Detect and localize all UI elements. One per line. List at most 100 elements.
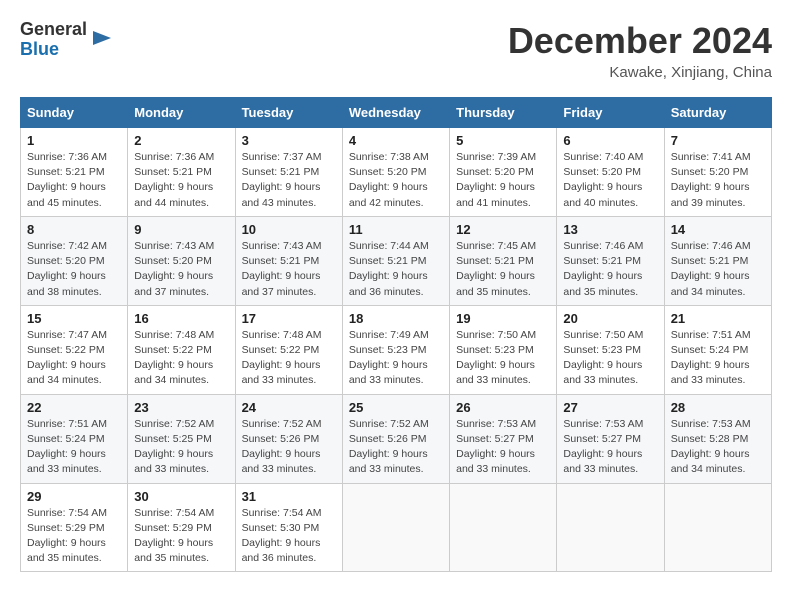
calendar-week-row: 29 Sunrise: 7:54 AMSunset: 5:29 PMDayligh… (21, 483, 772, 572)
day-number: 22 (27, 400, 121, 415)
day-info: Sunrise: 7:48 AMSunset: 5:22 PMDaylight:… (134, 328, 228, 389)
calendar-week-row: 1 Sunrise: 7:36 AMSunset: 5:21 PMDaylight… (21, 128, 772, 217)
day-number: 24 (242, 400, 336, 415)
day-info: Sunrise: 7:52 AMSunset: 5:26 PMDaylight:… (242, 417, 336, 478)
day-number: 21 (671, 311, 765, 326)
month-title: December 2024 (508, 20, 772, 62)
calendar-day-cell: 18 Sunrise: 7:49 AMSunset: 5:23 PMDayligh… (342, 305, 449, 394)
day-number: 7 (671, 133, 765, 148)
calendar-body: 1 Sunrise: 7:36 AMSunset: 5:21 PMDaylight… (21, 128, 772, 572)
day-info: Sunrise: 7:52 AMSunset: 5:25 PMDaylight:… (134, 417, 228, 478)
calendar-day-cell: 13 Sunrise: 7:46 AMSunset: 5:21 PMDayligh… (557, 216, 664, 305)
day-number: 8 (27, 222, 121, 237)
day-number: 3 (242, 133, 336, 148)
weekday-header-cell: Sunday (21, 98, 128, 128)
day-info: Sunrise: 7:41 AMSunset: 5:20 PMDaylight:… (671, 150, 765, 211)
calendar-day-cell: 19 Sunrise: 7:50 AMSunset: 5:23 PMDayligh… (450, 305, 557, 394)
day-number: 31 (242, 489, 336, 504)
calendar-day-cell: 12Sunrise: 7:45 AMSunset: 5:21 PMDayligh… (450, 216, 557, 305)
calendar-day-cell: 10 Sunrise: 7:43 AMSunset: 5:21 PMDayligh… (235, 216, 342, 305)
day-number: 1 (27, 133, 121, 148)
calendar-day-cell: 24 Sunrise: 7:52 AMSunset: 5:26 PMDayligh… (235, 394, 342, 483)
calendar-day-cell: 16 Sunrise: 7:48 AMSunset: 5:22 PMDayligh… (128, 305, 235, 394)
calendar-day-cell: 14 Sunrise: 7:46 AMSunset: 5:21 PMDayligh… (664, 216, 771, 305)
calendar-day-cell: 20Sunrise: 7:50 AMSunset: 5:23 PMDayligh… (557, 305, 664, 394)
day-info: Sunrise: 7:53 AMSunset: 5:28 PMDaylight:… (671, 417, 765, 478)
calendar-day-cell (664, 483, 771, 572)
day-number: 18 (349, 311, 443, 326)
calendar-day-cell: 3Sunrise: 7:37 AMSunset: 5:21 PMDaylight… (235, 128, 342, 217)
day-number: 13 (563, 222, 657, 237)
calendar-day-cell: 26Sunrise: 7:53 AMSunset: 5:27 PMDayligh… (450, 394, 557, 483)
calendar-day-cell: 25Sunrise: 7:52 AMSunset: 5:26 PMDayligh… (342, 394, 449, 483)
calendar-day-cell: 30 Sunrise: 7:54 AMSunset: 5:29 PMDayligh… (128, 483, 235, 572)
day-info: Sunrise: 7:52 AMSunset: 5:26 PMDaylight:… (349, 417, 443, 478)
day-info: Sunrise: 7:40 AMSunset: 5:20 PMDaylight:… (563, 150, 657, 211)
day-number: 28 (671, 400, 765, 415)
calendar-week-row: 22 Sunrise: 7:51 AMSunset: 5:24 PMDayligh… (21, 394, 772, 483)
weekday-header-cell: Saturday (664, 98, 771, 128)
day-info: Sunrise: 7:36 AMSunset: 5:21 PMDaylight:… (134, 150, 228, 211)
day-info: Sunrise: 7:51 AMSunset: 5:24 PMDaylight:… (27, 417, 121, 478)
day-info: Sunrise: 7:53 AMSunset: 5:27 PMDaylight:… (456, 417, 550, 478)
calendar-day-cell: 11Sunrise: 7:44 AMSunset: 5:21 PMDayligh… (342, 216, 449, 305)
day-info: Sunrise: 7:43 AMSunset: 5:20 PMDaylight:… (134, 239, 228, 300)
logo-arrow-icon (91, 27, 113, 49)
day-number: 6 (563, 133, 657, 148)
weekday-header-cell: Tuesday (235, 98, 342, 128)
calendar-day-cell (342, 483, 449, 572)
calendar-day-cell: 31 Sunrise: 7:54 AMSunset: 5:30 PMDayligh… (235, 483, 342, 572)
day-number: 30 (134, 489, 228, 504)
day-info: Sunrise: 7:50 AMSunset: 5:23 PMDaylight:… (563, 328, 657, 389)
day-info: Sunrise: 7:54 AMSunset: 5:30 PMDaylight:… (242, 506, 336, 567)
calendar-day-cell: 21Sunrise: 7:51 AMSunset: 5:24 PMDayligh… (664, 305, 771, 394)
calendar-day-cell: 29 Sunrise: 7:54 AMSunset: 5:29 PMDayligh… (21, 483, 128, 572)
logo-general: General (20, 20, 87, 40)
calendar-day-cell: 7 Sunrise: 7:41 AMSunset: 5:20 PMDaylight… (664, 128, 771, 217)
day-info: Sunrise: 7:54 AMSunset: 5:29 PMDaylight:… (134, 506, 228, 567)
weekday-header-row: SundayMondayTuesdayWednesdayThursdayFrid… (21, 98, 772, 128)
day-number: 17 (242, 311, 336, 326)
logo-blue: Blue (20, 40, 87, 60)
day-info: Sunrise: 7:39 AMSunset: 5:20 PMDaylight:… (456, 150, 550, 211)
day-number: 23 (134, 400, 228, 415)
day-number: 14 (671, 222, 765, 237)
calendar-week-row: 8 Sunrise: 7:42 AMSunset: 5:20 PMDaylight… (21, 216, 772, 305)
day-number: 11 (349, 222, 443, 237)
day-number: 4 (349, 133, 443, 148)
day-info: Sunrise: 7:43 AMSunset: 5:21 PMDaylight:… (242, 239, 336, 300)
calendar-day-cell: 15 Sunrise: 7:47 AMSunset: 5:22 PMDayligh… (21, 305, 128, 394)
weekday-header-cell: Wednesday (342, 98, 449, 128)
day-number: 16 (134, 311, 228, 326)
day-number: 29 (27, 489, 121, 504)
calendar-day-cell: 17Sunrise: 7:48 AMSunset: 5:22 PMDayligh… (235, 305, 342, 394)
day-info: Sunrise: 7:47 AMSunset: 5:22 PMDaylight:… (27, 328, 121, 389)
day-info: Sunrise: 7:46 AMSunset: 5:21 PMDaylight:… (563, 239, 657, 300)
calendar-week-row: 15 Sunrise: 7:47 AMSunset: 5:22 PMDayligh… (21, 305, 772, 394)
day-number: 19 (456, 311, 550, 326)
calendar-day-cell: 27 Sunrise: 7:53 AMSunset: 5:27 PMDayligh… (557, 394, 664, 483)
logo: General Blue (20, 20, 113, 60)
calendar-day-cell: 23 Sunrise: 7:52 AMSunset: 5:25 PMDayligh… (128, 394, 235, 483)
calendar-day-cell: 28 Sunrise: 7:53 AMSunset: 5:28 PMDayligh… (664, 394, 771, 483)
day-number: 5 (456, 133, 550, 148)
calendar-day-cell: 1 Sunrise: 7:36 AMSunset: 5:21 PMDaylight… (21, 128, 128, 217)
calendar-day-cell: 5 Sunrise: 7:39 AMSunset: 5:20 PMDaylight… (450, 128, 557, 217)
day-info: Sunrise: 7:42 AMSunset: 5:20 PMDaylight:… (27, 239, 121, 300)
calendar-day-cell (450, 483, 557, 572)
logo-text: General Blue (20, 20, 113, 60)
day-info: Sunrise: 7:36 AMSunset: 5:21 PMDaylight:… (27, 150, 121, 211)
day-info: Sunrise: 7:53 AMSunset: 5:27 PMDaylight:… (563, 417, 657, 478)
day-number: 10 (242, 222, 336, 237)
day-info: Sunrise: 7:49 AMSunset: 5:23 PMDaylight:… (349, 328, 443, 389)
title-area: December 2024 Kawake, Xinjiang, China (508, 20, 772, 81)
calendar-day-cell: 2Sunrise: 7:36 AMSunset: 5:21 PMDaylight… (128, 128, 235, 217)
day-info: Sunrise: 7:54 AMSunset: 5:29 PMDaylight:… (27, 506, 121, 567)
day-info: Sunrise: 7:50 AMSunset: 5:23 PMDaylight:… (456, 328, 550, 389)
day-info: Sunrise: 7:46 AMSunset: 5:21 PMDaylight:… (671, 239, 765, 300)
calendar-day-cell: 4Sunrise: 7:38 AMSunset: 5:20 PMDaylight… (342, 128, 449, 217)
day-number: 15 (27, 311, 121, 326)
day-number: 12 (456, 222, 550, 237)
weekday-header-cell: Monday (128, 98, 235, 128)
day-number: 27 (563, 400, 657, 415)
